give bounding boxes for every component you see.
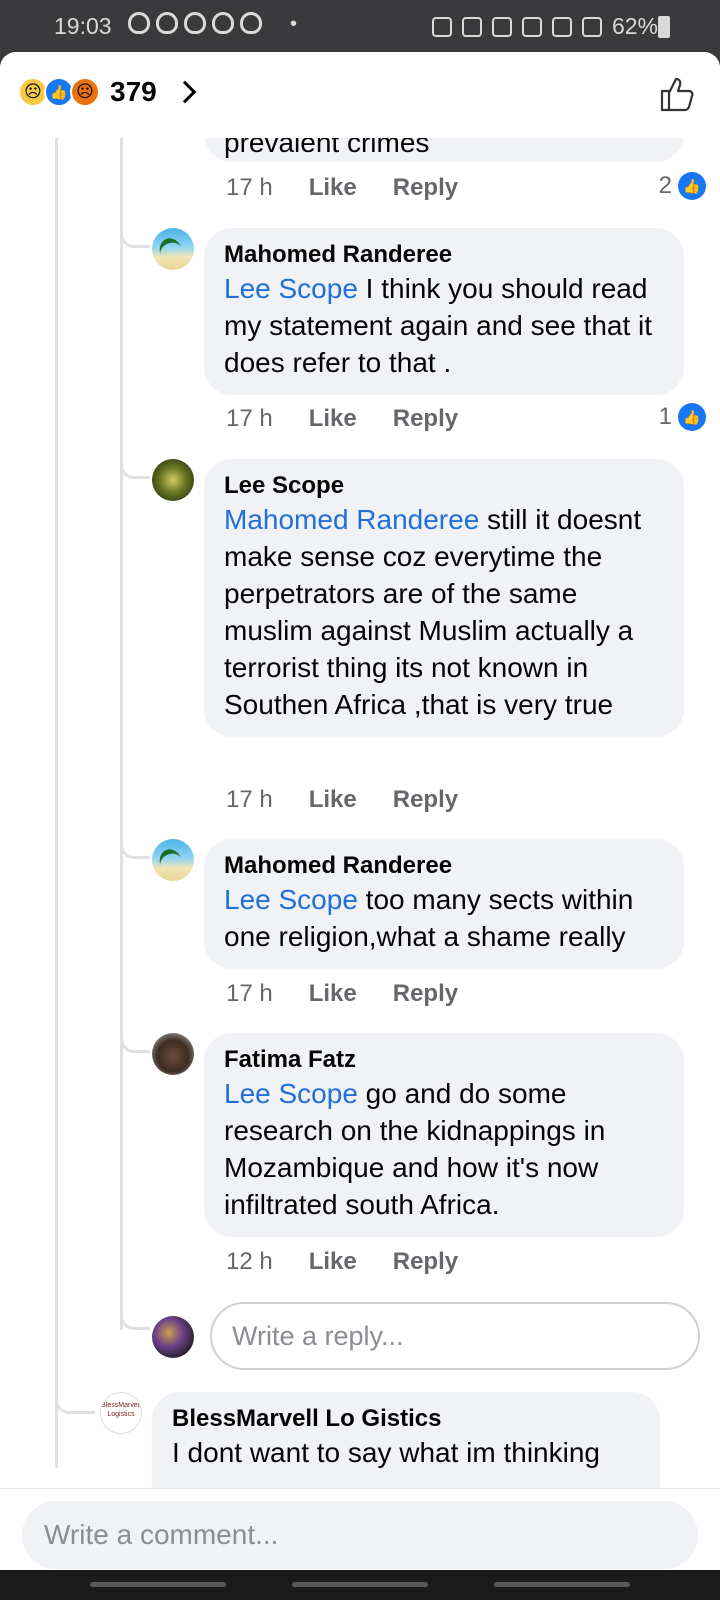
thread-connector xyxy=(120,1308,150,1330)
comment-text: Mahomed Randeree still it doesnt make se… xyxy=(224,501,664,723)
like-count: 2 xyxy=(658,172,672,199)
alarm-icon xyxy=(461,16,482,37)
lock-icon xyxy=(431,16,452,37)
thread-connector xyxy=(120,226,150,248)
bluetooth-icon xyxy=(491,16,512,37)
mention-link[interactable]: Mahomed Randeree xyxy=(224,504,479,535)
avatar[interactable] xyxy=(152,459,194,501)
clock: 19:03 xyxy=(54,13,112,39)
notif-icon xyxy=(240,12,262,34)
battery-icon xyxy=(658,16,670,38)
reply-button[interactable]: Reply xyxy=(393,786,458,814)
comment-likes[interactable]: 2 👍 xyxy=(659,172,706,200)
system-nav-bar xyxy=(0,1570,720,1600)
avatar[interactable]: BlessMarvell Logistics xyxy=(100,1392,142,1434)
battery-percent: 62% xyxy=(611,13,658,39)
comment-text: Lee Scope go and do some research on the… xyxy=(224,1075,664,1223)
notification-icons xyxy=(128,12,262,34)
reply-button[interactable]: Reply xyxy=(393,1248,458,1276)
notif-icon xyxy=(156,12,178,34)
mute-icon xyxy=(521,16,542,37)
like-button[interactable]: Like xyxy=(309,980,357,1008)
recents-button[interactable] xyxy=(90,1582,226,1587)
chevron-right-icon xyxy=(173,80,197,104)
comment-text: Lee Scope too many sects within one reli… xyxy=(224,881,664,955)
thread-line-inner xyxy=(120,138,123,1330)
notif-icon xyxy=(212,12,234,34)
mention-link[interactable]: Lee Scope xyxy=(224,884,358,915)
comment-author[interactable]: Mahomed Randeree xyxy=(224,240,664,270)
comment-body: still it doesnt make sense coz everytime… xyxy=(224,504,642,720)
comment-author[interactable]: Mahomed Randeree xyxy=(224,851,664,881)
comment-input[interactable]: Write a comment... xyxy=(22,1501,698,1569)
comment-actions: 17 h Like Reply xyxy=(226,786,494,814)
thread-connector xyxy=(120,837,150,859)
avatar[interactable] xyxy=(152,839,194,881)
comment-composer-bar: Write a comment... xyxy=(0,1488,720,1570)
comment-bubble: Lee Scope Mahomed Randeree still it does… xyxy=(204,459,684,737)
avatar[interactable] xyxy=(152,1033,194,1075)
comment-actions: 17 h Like Reply xyxy=(226,174,494,202)
comments-header: ☹ 👍 ☹ 379 xyxy=(0,52,720,138)
comment-bubble: Mahomed Randeree Lee Scope too many sect… xyxy=(204,839,684,969)
like-button[interactable]: Like xyxy=(309,1248,357,1276)
reaction-count: 379 xyxy=(110,76,157,107)
back-button[interactable] xyxy=(494,1582,630,1587)
notif-icon xyxy=(184,12,206,34)
signal-icon xyxy=(581,16,602,37)
comment-time: 17 h xyxy=(226,786,273,813)
thread-connector xyxy=(120,457,150,479)
like-button[interactable]: Like xyxy=(309,786,357,814)
comment-text: I dont want to say what im thinking xyxy=(172,1437,600,1468)
avatar[interactable] xyxy=(152,228,194,270)
comments-sheet: ☹ 👍 ☹ 379 prevalent crimes 17 h Like Rep… xyxy=(0,52,720,1488)
like-button[interactable]: Like xyxy=(309,174,357,202)
comment-time: 17 h xyxy=(226,980,273,1007)
comment-author[interactable]: BlessMarvell Lo Gistics xyxy=(172,1404,640,1434)
mention-link[interactable]: Lee Scope xyxy=(224,273,358,304)
like-badge-icon: 👍 xyxy=(678,172,706,200)
like-button[interactable]: Like xyxy=(309,405,357,433)
reactions-summary[interactable]: ☹ 👍 ☹ 379 xyxy=(18,76,197,108)
notif-icon xyxy=(128,12,150,34)
reply-button[interactable]: Reply xyxy=(393,174,458,202)
mention-link[interactable]: Lee Scope xyxy=(224,1078,358,1109)
thread-connector xyxy=(120,1031,150,1053)
comment-time: 17 h xyxy=(226,174,273,201)
comment-time: 12 h xyxy=(226,1248,273,1275)
user-avatar xyxy=(152,1316,194,1358)
like-badge-icon: 👍 xyxy=(678,403,706,431)
reply-button[interactable]: Reply xyxy=(393,405,458,433)
like-post-icon[interactable] xyxy=(658,74,698,114)
angry-reaction-icon: ☹ xyxy=(70,77,100,107)
comment-likes[interactable]: 1 👍 xyxy=(659,403,706,431)
more-notifications-dot: • xyxy=(290,13,298,35)
comment-actions: 17 h Like Reply xyxy=(226,980,494,1008)
system-icons: 62% xyxy=(431,13,658,40)
comment-time: 17 h xyxy=(226,405,273,432)
status-bar: 19:03 • 62% xyxy=(0,0,720,52)
thread-line-outer xyxy=(55,138,58,1468)
like-count: 1 xyxy=(658,403,672,430)
comment-author[interactable]: Fatima Fatz xyxy=(224,1045,664,1075)
reply-button[interactable]: Reply xyxy=(393,980,458,1008)
comment-text: Lee Scope I think you should read my sta… xyxy=(224,270,664,381)
comment-author[interactable]: Lee Scope xyxy=(224,471,664,501)
avatar-logo-text: BlessMarvell Logistics xyxy=(101,1402,141,1418)
comment-bubble: Fatima Fatz Lee Scope go and do some res… xyxy=(204,1033,684,1237)
comment-actions: 17 h Like Reply xyxy=(226,405,494,433)
comment-bubble: BlessMarvell Lo Gistics I dont want to s… xyxy=(152,1392,660,1488)
wifi-icon xyxy=(551,16,572,37)
comment-bubble: Mahomed Randeree Lee Scope I think you s… xyxy=(204,228,684,395)
reply-input[interactable]: Write a reply... xyxy=(210,1302,700,1370)
comment-actions: 12 h Like Reply xyxy=(226,1248,494,1276)
thread-connector xyxy=(55,1392,95,1414)
home-button[interactable] xyxy=(292,1582,428,1587)
